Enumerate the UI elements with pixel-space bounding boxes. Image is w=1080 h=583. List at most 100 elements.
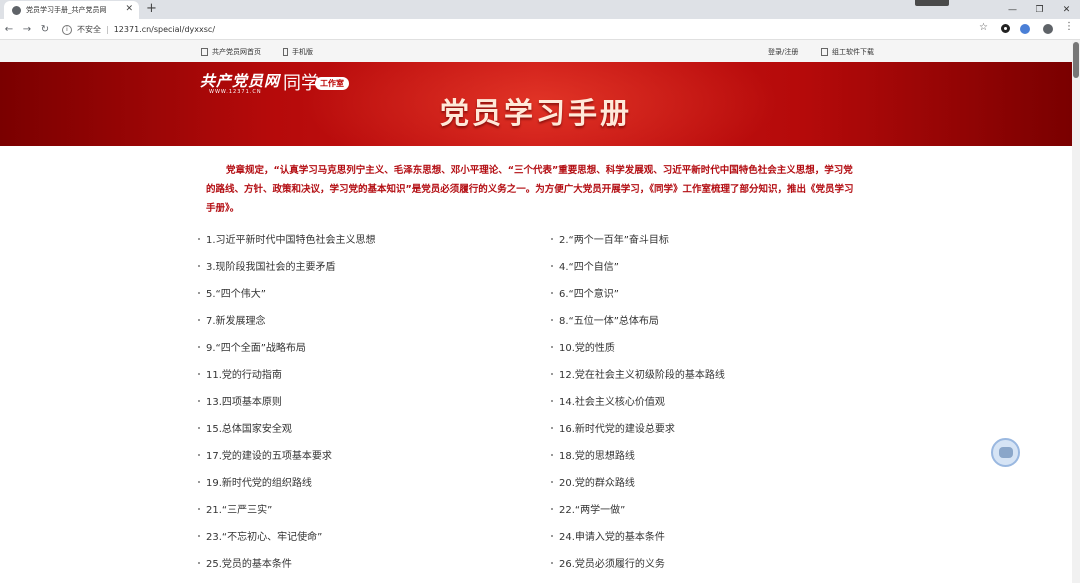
address-bar[interactable]: i 不安全 | 12371.cn/special/dyxxsc/ (62, 21, 992, 38)
handbook-item-label[interactable]: 26.党员必须履行的义务 (559, 555, 665, 570)
browser-tab[interactable]: 党员学习手册_共产党员网 ✕ (4, 1, 139, 19)
account-icon[interactable] (1043, 24, 1053, 34)
handbook-item-link[interactable]: 11.党的行动指南 (198, 366, 282, 381)
handbook-item-link[interactable]: 1.习近平新时代中国特色社会主义思想 (198, 231, 376, 246)
info-icon[interactable]: i (62, 24, 72, 35)
handbook-item-link[interactable]: 12.党在社会主义初级阶段的基本路线 (551, 366, 725, 381)
home-link[interactable]: 共产党员网首页 (201, 47, 261, 57)
bullet-dot (198, 237, 200, 240)
intro-paragraph: 党章规定，“认真学习马克思列宁主义、毛泽东思想、邓小平理论、“三个代表”重要思想… (206, 165, 854, 214)
bullet-dot (198, 318, 200, 321)
handbook-item-link[interactable]: 15.总体国家安全观 (198, 420, 292, 435)
handbook-item-label[interactable]: 3.现阶段我国社会的主要矛盾 (206, 258, 336, 273)
handbook-item-label[interactable]: 11.党的行动指南 (206, 366, 282, 381)
handbook-item-label[interactable]: 7.新发展理念 (206, 312, 266, 327)
security-label: 不安全 (77, 25, 101, 34)
mobile-link[interactable]: 手机版 (283, 47, 313, 57)
site-logo[interactable]: 共产党员网 (200, 70, 280, 91)
handbook-item-label[interactable]: 19.新时代党的组织路线 (206, 474, 312, 489)
bullet-dot (198, 507, 200, 510)
handbook-item-link[interactable]: 10.党的性质 (551, 339, 615, 354)
handbook-item-link[interactable]: 18.党的思想路线 (551, 447, 635, 462)
handbook-item-link[interactable]: 3.现阶段我国社会的主要矛盾 (198, 258, 336, 273)
handbook-item-link[interactable]: 22.“两学一做” (551, 501, 625, 516)
tab-close-icon[interactable]: ✕ (125, 4, 133, 14)
bullet-dot (551, 561, 553, 564)
bullet-dot (551, 237, 553, 240)
handbook-item-label[interactable]: 22.“两学一做” (559, 501, 625, 516)
page-scrollbar[interactable] (1072, 40, 1080, 583)
download-link-label[interactable]: 组工软件下载 (832, 47, 874, 57)
bullet-dot (551, 291, 553, 294)
reload-icon[interactable]: ↻ (36, 24, 54, 35)
home-link-label[interactable]: 共产党员网首页 (212, 47, 261, 57)
back-icon[interactable]: ← (0, 24, 18, 35)
header-banner: 共产党员网 WWW.12371.CN 同学 工作室 党员学习手册 (0, 62, 1072, 146)
handbook-item-label[interactable]: 13.四项基本原则 (206, 393, 282, 408)
scrollbar-thumb[interactable] (1073, 42, 1079, 78)
more-menu-icon[interactable]: ⋮ (1064, 21, 1074, 32)
bullet-dot (551, 264, 553, 267)
handbook-item-link[interactable]: 25.党员的基本条件 (198, 555, 292, 570)
handbook-item-link[interactable]: 4.“四个自信” (551, 258, 619, 273)
handbook-item-label[interactable]: 2.“两个一百年”奋斗目标 (559, 231, 669, 246)
login-link[interactable]: 登录/注册 (768, 47, 798, 57)
handbook-item-label[interactable]: 25.党员的基本条件 (206, 555, 292, 570)
handbook-item-link[interactable]: 23.“不忘初心、牢记使命” (198, 528, 322, 543)
handbook-item-label[interactable]: 1.习近平新时代中国特色社会主义思想 (206, 231, 376, 246)
handbook-item-label[interactable]: 15.总体国家安全观 (206, 420, 292, 435)
handbook-item-link[interactable]: 7.新发展理念 (198, 312, 266, 327)
handbook-item-label[interactable]: 6.“四个意识” (559, 285, 619, 300)
download-link[interactable]: 组工软件下载 (821, 47, 874, 57)
handbook-item-label[interactable]: 10.党的性质 (559, 339, 615, 354)
handbook-item-label[interactable]: 5.“四个伟大” (206, 285, 266, 300)
handbook-item-label[interactable]: 24.申请入党的基本条件 (559, 528, 665, 543)
close-window-button[interactable]: ✕ (1053, 5, 1080, 15)
handbook-item-link[interactable]: 21.“三严三实” (198, 501, 272, 516)
handbook-item-label[interactable]: 17.党的建设的五项基本要求 (206, 447, 332, 462)
handbook-item-link[interactable]: 26.党员必须履行的义务 (551, 555, 665, 570)
handbook-item-label[interactable]: 12.党在社会主义初级阶段的基本路线 (559, 366, 725, 381)
bullet-dot (198, 426, 200, 429)
handbook-item-label[interactable]: 18.党的思想路线 (559, 447, 635, 462)
extension-ring-icon[interactable] (1001, 24, 1010, 33)
handbook-item-link[interactable]: 2.“两个一百年”奋斗目标 (551, 231, 669, 246)
mobile-link-label[interactable]: 手机版 (292, 47, 313, 57)
handbook-item-link[interactable]: 16.新时代党的建设总要求 (551, 420, 675, 435)
restore-button[interactable]: ❐ (1026, 5, 1053, 15)
extension-bird-icon[interactable] (1020, 24, 1030, 34)
handbook-item-link[interactable]: 24.申请入党的基本条件 (551, 528, 665, 543)
handbook-item-label[interactable]: 14.社会主义核心价值观 (559, 393, 665, 408)
new-tab-button[interactable]: + (146, 1, 157, 16)
handbook-item-label[interactable]: 8.“五位一体”总体布局 (559, 312, 659, 327)
bullet-dot (551, 534, 553, 537)
bookmark-star-icon[interactable]: ☆ (979, 22, 988, 33)
forward-icon[interactable]: → (18, 24, 36, 35)
download-icon (821, 48, 828, 56)
handbook-item-label[interactable]: 21.“三严三实” (206, 501, 272, 516)
handbook-item-link[interactable]: 9.“四个全面”战略布局 (198, 339, 306, 354)
bullet-dot (198, 480, 200, 483)
handbook-item-label[interactable]: 23.“不忘初心、牢记使命” (206, 528, 322, 543)
handbook-item-label[interactable]: 9.“四个全面”战略布局 (206, 339, 306, 354)
site-top-nav: 共产党员网首页 手机版 登录/注册 组工软件下载 (0, 40, 1072, 62)
handbook-item-link[interactable]: 13.四项基本原则 (198, 393, 282, 408)
handbook-item-link[interactable]: 17.党的建设的五项基本要求 (198, 447, 332, 462)
handbook-item-link[interactable]: 5.“四个伟大” (198, 285, 266, 300)
floating-chat-button[interactable] (991, 438, 1020, 467)
bullet-dot (551, 426, 553, 429)
minimize-button[interactable]: — (999, 5, 1026, 15)
login-link-label[interactable]: 登录/注册 (768, 47, 798, 57)
url-text[interactable]: 12371.cn/special/dyxxsc/ (114, 25, 215, 34)
handbook-item-link[interactable]: 14.社会主义核心价值观 (551, 393, 665, 408)
handbook-item-link[interactable]: 19.新时代党的组织路线 (198, 474, 312, 489)
handbook-item-label[interactable]: 20.党的群众路线 (559, 474, 635, 489)
handbook-item-link[interactable]: 6.“四个意识” (551, 285, 619, 300)
home-icon (201, 48, 208, 56)
globe-icon (12, 5, 21, 15)
handbook-item-label[interactable]: 4.“四个自信” (559, 258, 619, 273)
handbook-item-label[interactable]: 16.新时代党的建设总要求 (559, 420, 675, 435)
handbook-item-link[interactable]: 8.“五位一体”总体布局 (551, 312, 659, 327)
bullet-dot (198, 372, 200, 375)
handbook-item-link[interactable]: 20.党的群众路线 (551, 474, 635, 489)
